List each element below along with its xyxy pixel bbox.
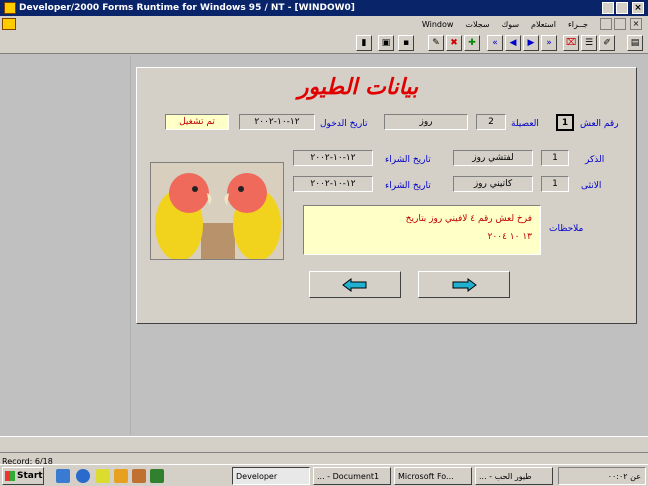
female-label: الانثى (581, 181, 602, 191)
save-icon[interactable]: ▣ (378, 35, 394, 51)
family-label: العصيلة (511, 119, 539, 129)
system-tray: عن ٠٠:٠٢ (558, 467, 646, 485)
female-date-field[interactable]: ١٢-١٠-٢٠٠٢ (293, 176, 373, 192)
task-birds[interactable]: ... - طيور الحب (475, 467, 553, 485)
previous-block-icon[interactable]: « (487, 35, 503, 51)
menu-window[interactable]: Window (422, 20, 454, 29)
nest-number-field[interactable]: 1 (556, 114, 574, 131)
previous-record-button[interactable] (309, 271, 401, 298)
close-button[interactable]: × (632, 2, 644, 14)
window-title: Developer/2000 Forms Runtime for Windows… (19, 3, 355, 13)
clear-icon[interactable]: ⌧ (563, 35, 579, 51)
task-document1[interactable]: ... - Document1 (313, 467, 391, 485)
status-bar: Record: 6/18 (0, 436, 648, 466)
female-code-field[interactable]: 1 (541, 176, 569, 192)
notes-line-2: ١٣ ١٠ ٢٠٠٤ (487, 232, 532, 242)
menu-bar: Window سجلات سوك استعلام جــراء × (0, 16, 648, 32)
menu-records[interactable]: سجلات (465, 20, 489, 29)
desktop-icon[interactable] (56, 469, 70, 483)
purchase-date-label-2: تاريخ الشراء (385, 181, 431, 191)
document-icon (2, 18, 16, 30)
next-record-button[interactable] (418, 271, 510, 298)
message-line (0, 437, 648, 453)
notes-field[interactable]: فرخ لعش رقم ٤ لافيني روز بتاريخ ١٣ ١٠ ٢٠… (303, 205, 541, 255)
page-title: بيانات الطيور (297, 74, 419, 100)
purchase-date-label-1: تاريخ الشراء (385, 155, 431, 165)
help-icon[interactable]: ▤ (627, 35, 643, 51)
mdi-minimize-button[interactable] (600, 18, 612, 30)
minimize-button[interactable] (602, 2, 614, 14)
nest-number-label: رقم العش (580, 119, 619, 129)
ie-icon[interactable] (76, 469, 90, 483)
arrow-left-icon (342, 277, 367, 292)
clock: عن ٠٠:٠٢ (607, 471, 641, 481)
maximize-button[interactable] (616, 2, 628, 14)
family-field[interactable]: 2 (476, 114, 506, 130)
menu-actions[interactable]: جــراء (568, 20, 588, 29)
list-icon[interactable]: ☰ (581, 35, 597, 51)
mdi-restore-button[interactable] (614, 18, 626, 30)
male-name-field[interactable]: لفتشي روز (453, 150, 533, 166)
status-field[interactable]: تم تشغيل (165, 114, 229, 130)
task-developer[interactable]: Developer (232, 467, 310, 485)
female-name-field[interactable]: كاتيني روز (453, 176, 533, 192)
insert-record-icon[interactable]: ✚ (464, 35, 480, 51)
exit-icon[interactable]: ▮ (356, 35, 372, 51)
bird-photo (150, 162, 284, 260)
next-record-icon[interactable]: ▶ (523, 35, 539, 51)
print-icon[interactable]: ▪ (398, 35, 414, 51)
explorer-icon[interactable] (150, 469, 164, 483)
entry-date-label: تاريخ الدخول (320, 119, 368, 129)
menu-query[interactable]: استعلام (531, 20, 556, 29)
male-label: الذكر (585, 155, 605, 165)
previous-record-icon[interactable]: ◀ (505, 35, 521, 51)
taskbar: Start Developer ... - Document1 Microsof… (0, 464, 648, 486)
family-name-field[interactable]: روز (384, 114, 468, 130)
delete-record-icon[interactable]: ✖ (446, 35, 462, 51)
arrow-right-icon (452, 277, 477, 292)
entry-date-field[interactable]: ١٢-١٠-٢٠٠٢ (239, 114, 315, 130)
app-quicklaunch-icon[interactable] (132, 469, 146, 483)
windows-logo-icon (5, 471, 15, 481)
notes-line-1: فرخ لعش رقم ٤ لافيني روز بتاريخ (405, 214, 532, 224)
start-button[interactable]: Start (2, 467, 44, 485)
mdi-close-button[interactable]: × (630, 18, 642, 30)
enter-query-icon[interactable]: ✎ (428, 35, 444, 51)
start-label: Start (17, 471, 43, 481)
notes-label: ملاحظات (549, 224, 584, 234)
menu-blocks[interactable]: سوك (502, 20, 519, 29)
toolbar: ▮ ▣ ▪ ✎ ✖ ✚ « ◀ ▶ » ⌧ ☰ ✐ ▤ (0, 32, 648, 54)
task-microsoft-fo[interactable]: Microsoft Fo... (394, 467, 472, 485)
male-code-field[interactable]: 1 (541, 150, 569, 166)
male-date-field[interactable]: ١٢-١٠-٢٠٠٢ (293, 150, 373, 166)
media-icon[interactable] (114, 469, 128, 483)
next-block-icon[interactable]: » (541, 35, 557, 51)
title-bar: Developer/2000 Forms Runtime for Windows… (0, 0, 648, 16)
app-icon (4, 2, 16, 14)
edit-icon[interactable]: ✐ (599, 35, 615, 51)
outlook-icon[interactable] (96, 469, 110, 483)
